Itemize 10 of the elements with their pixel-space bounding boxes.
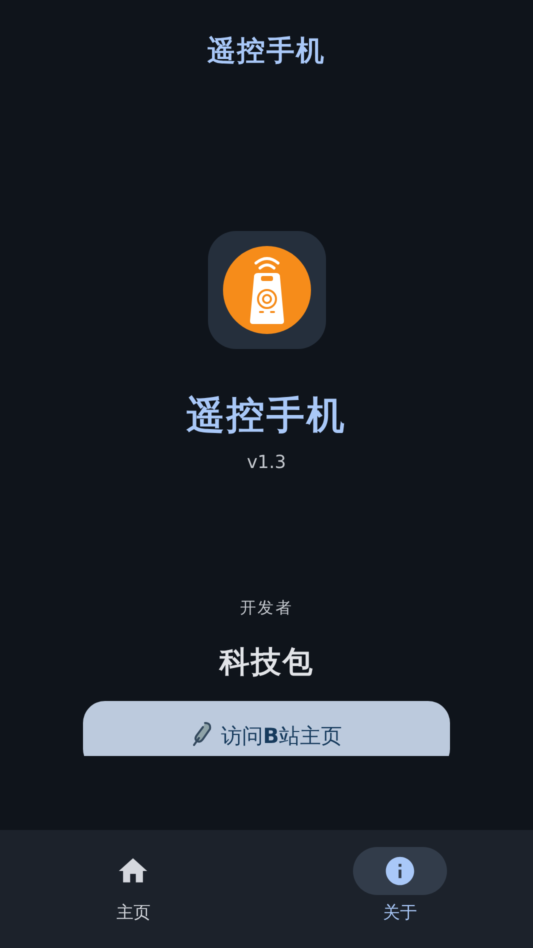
developer-name: 科技包 <box>219 644 314 682</box>
visit-homepage-button[interactable]: 访问B站主页 <box>83 701 450 756</box>
nav-tab[interactable]: 关于 <box>266 830 533 948</box>
developer-label: 开发者 <box>240 597 293 619</box>
version-text: v1.3 <box>246 451 286 475</box>
nav-tab[interactable]: 主页 <box>0 830 266 948</box>
link-icon <box>190 721 213 747</box>
app-name: 遥控手机 <box>186 392 346 439</box>
page-title: 遥控手机 <box>208 33 326 69</box>
app-logo-icon <box>208 231 326 349</box>
